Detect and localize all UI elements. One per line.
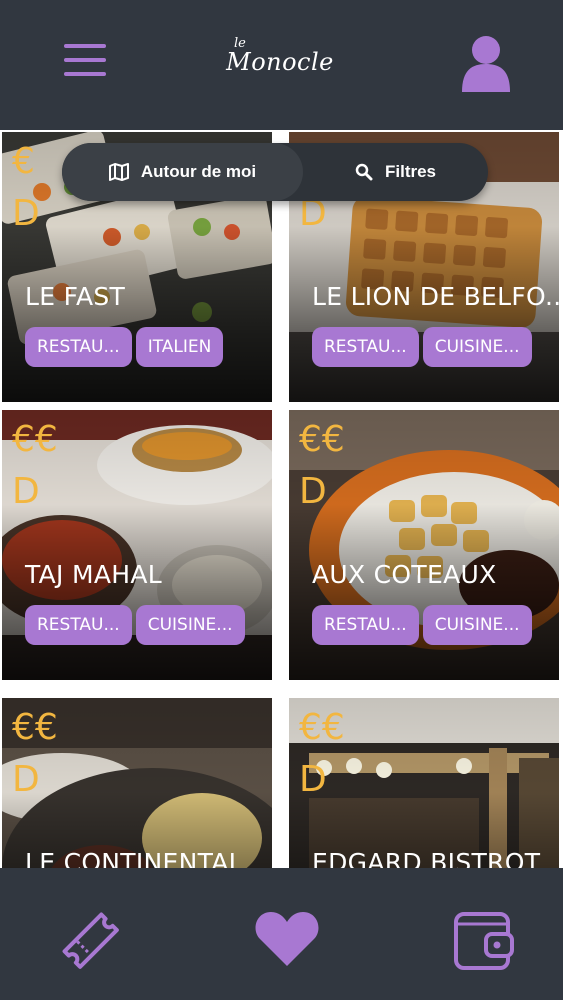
tag-chip[interactable]: RESTAU...: [312, 327, 419, 367]
price-level: €€ D: [299, 419, 345, 512]
restaurant-card[interactable]: €€ D EDGARD BISTROT: [289, 698, 559, 868]
price-level: €D: [12, 141, 40, 234]
filter-bar: Autour de moi Filtres: [62, 143, 488, 201]
restaurant-grid: €D LE FAST RESTAU...ITALIEN €D LE LION D…: [0, 130, 563, 868]
tag-list: RESTAU... CUISINE...: [312, 605, 536, 645]
tag-chip[interactable]: CUISINE...: [135, 605, 245, 645]
ticket-icon[interactable]: [58, 908, 122, 972]
restaurant-name: EDGARD BISTROT: [312, 848, 541, 868]
heart-icon[interactable]: [254, 908, 320, 968]
map-icon: [108, 163, 129, 181]
tag-chip[interactable]: CUISINE...: [422, 605, 532, 645]
tag-list: RESTAU... CUISINE...: [25, 605, 249, 645]
app-header: le Monocle: [0, 0, 563, 130]
tag-list: RESTAU... ITALIEN: [25, 327, 227, 367]
price-level: €€ D: [299, 707, 345, 800]
restaurant-name: TAJ MAHAL: [25, 560, 162, 589]
filters-label: Filtres: [384, 162, 437, 181]
tag-chip[interactable]: ITALIEN: [135, 327, 224, 367]
price-level: €€ D: [12, 707, 58, 800]
restaurant-name: LE FAST: [25, 282, 126, 311]
nearby-button[interactable]: Autour de moi: [62, 143, 303, 201]
tag-chip[interactable]: RESTAU...: [25, 605, 132, 645]
nearby-label: Autour de moi: [140, 162, 257, 181]
search-icon: [355, 163, 373, 181]
app-logo: le Monocle: [200, 32, 360, 92]
restaurant-name: AUX COTEAUX: [312, 560, 497, 589]
tag-chip[interactable]: RESTAU...: [25, 327, 132, 367]
price-level: €€ D: [12, 419, 58, 512]
tag-chip[interactable]: CUISINE...: [422, 327, 532, 367]
restaurant-card[interactable]: €€ D TAJ MAHAL RESTAU... CUISINE...: [2, 410, 272, 680]
user-profile-icon[interactable]: [458, 34, 514, 94]
restaurant-name: LE LION DE BELFO...: [312, 282, 559, 311]
restaurant-card[interactable]: €€ D LE CONTINENTAL: [2, 698, 272, 868]
bottom-navigation: [0, 868, 563, 1000]
hamburger-menu-icon[interactable]: [62, 42, 110, 78]
restaurant-card[interactable]: €€ D AUX COTEAUX RESTAU... CUISINE...: [289, 410, 559, 680]
tag-list: RESTAU... CUISINE...: [312, 327, 536, 367]
tag-chip[interactable]: RESTAU...: [312, 605, 419, 645]
wallet-icon[interactable]: [452, 908, 516, 972]
logo-name: Monocle: [226, 48, 334, 76]
filters-button[interactable]: Filtres: [303, 143, 488, 201]
restaurant-name: LE CONTINENTAL: [25, 848, 243, 868]
